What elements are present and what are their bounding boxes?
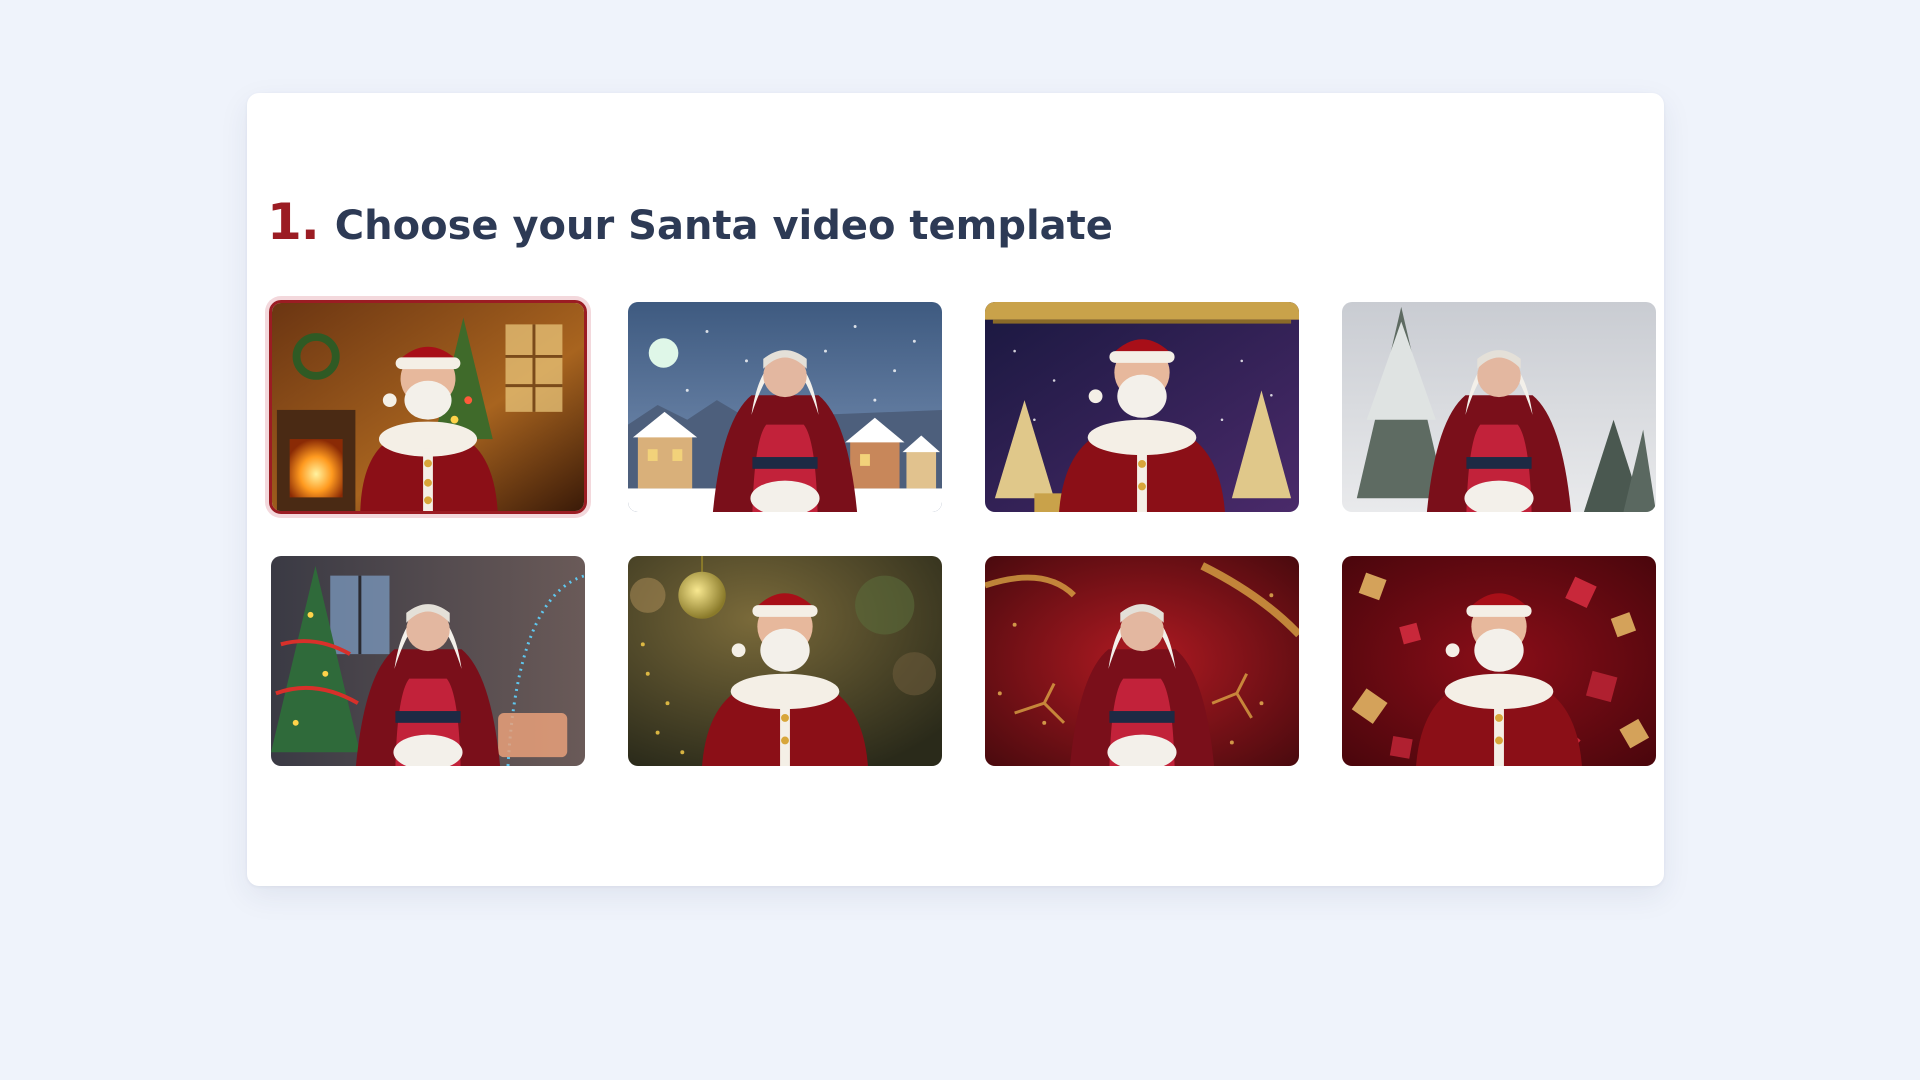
- section-heading: 1. Choose your Santa video template: [267, 193, 1113, 251]
- template-thumbnail-tree-window[interactable]: [269, 554, 587, 768]
- gold-bauble-image: [628, 556, 942, 766]
- template-thumbnail-gold-starry-night[interactable]: [983, 300, 1301, 514]
- template-thumbnail-red-reindeer[interactable]: [983, 554, 1301, 768]
- snowy-village-image: [628, 302, 942, 512]
- template-thumbnail-snowy-forest[interactable]: [1340, 300, 1658, 514]
- template-thumbnail-gold-bauble[interactable]: [626, 554, 944, 768]
- santa-fireplace-image: [272, 303, 584, 511]
- template-thumbnail-snowy-village[interactable]: [626, 300, 944, 514]
- tree-window-image: [271, 556, 585, 766]
- template-thumbnail-gift-boxes[interactable]: [1340, 554, 1658, 768]
- template-grid: [269, 300, 1658, 768]
- gift-boxes-image: [1342, 556, 1656, 766]
- snowy-forest-image: [1342, 302, 1656, 512]
- template-thumbnail-santa-fireplace[interactable]: [269, 300, 587, 514]
- gold-starry-night-image: [985, 302, 1299, 512]
- template-picker-card: 1. Choose your Santa video template: [247, 93, 1664, 886]
- step-number: 1.: [267, 193, 320, 251]
- red-reindeer-image: [985, 556, 1299, 766]
- section-title: Choose your Santa video template: [334, 203, 1113, 249]
